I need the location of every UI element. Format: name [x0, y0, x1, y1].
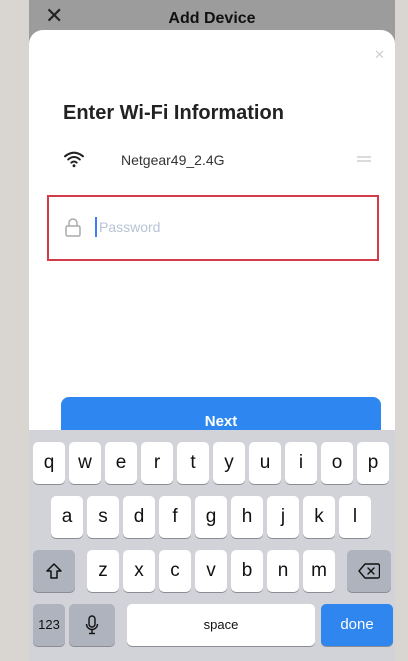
dismiss-icon[interactable]: ✕: [374, 48, 385, 63]
sheet-heading: Enter Wi-Fi Information: [63, 102, 284, 124]
backspace-key[interactable]: [347, 550, 391, 592]
space-key[interactable]: space: [127, 604, 315, 646]
key-u[interactable]: u: [249, 442, 281, 484]
page-title: Add Device: [168, 10, 256, 27]
key-q[interactable]: q: [33, 442, 65, 484]
key-m[interactable]: m: [303, 550, 335, 592]
key-j[interactable]: j: [267, 496, 299, 538]
top-bar: ✕ Add Device: [29, 0, 395, 34]
key-o[interactable]: o: [321, 442, 353, 484]
key-l[interactable]: l: [339, 496, 371, 538]
shift-icon: [46, 563, 62, 579]
key-a[interactable]: a: [51, 496, 83, 538]
microphone-icon: [85, 615, 99, 635]
key-h[interactable]: h: [231, 496, 263, 538]
done-key[interactable]: done: [321, 604, 393, 646]
wifi-icon: [64, 151, 84, 168]
wifi-network-row[interactable]: Netgear49_2.4G: [63, 148, 371, 172]
key-t[interactable]: t: [177, 442, 209, 484]
wifi-sheet: ✕ Enter Wi-Fi Information Netgear49_2.4G: [29, 30, 395, 446]
password-field-highlight: [47, 195, 379, 261]
key-c[interactable]: c: [159, 550, 191, 592]
key-x[interactable]: x: [123, 550, 155, 592]
key-n[interactable]: n: [267, 550, 299, 592]
key-e[interactable]: e: [105, 442, 137, 484]
key-r[interactable]: r: [141, 442, 173, 484]
key-v[interactable]: v: [195, 550, 227, 592]
lock-icon: [65, 218, 81, 237]
key-y[interactable]: y: [213, 442, 245, 484]
key-s[interactable]: s: [87, 496, 119, 538]
key-k[interactable]: k: [303, 496, 335, 538]
switch-network-icon[interactable]: [357, 154, 371, 164]
key-b[interactable]: b: [231, 550, 263, 592]
key-z[interactable]: z: [87, 550, 119, 592]
phone-screen: ✕ Add Device ✕ Enter Wi-Fi Information N…: [29, 0, 395, 661]
text-caret: [95, 217, 97, 237]
numbers-key[interactable]: 123: [33, 604, 65, 646]
microphone-key[interactable]: [69, 604, 115, 646]
shift-key[interactable]: [33, 550, 75, 592]
on-screen-keyboard: q w e r t y u i o p a s d f g h j k l z …: [29, 430, 395, 661]
key-d[interactable]: d: [123, 496, 155, 538]
key-p[interactable]: p: [357, 442, 389, 484]
password-input[interactable]: [99, 215, 349, 239]
key-g[interactable]: g: [195, 496, 227, 538]
key-f[interactable]: f: [159, 496, 191, 538]
key-w[interactable]: w: [69, 442, 101, 484]
key-i[interactable]: i: [285, 442, 317, 484]
wifi-ssid: Netgear49_2.4G: [121, 152, 225, 168]
backspace-icon: [358, 563, 381, 579]
